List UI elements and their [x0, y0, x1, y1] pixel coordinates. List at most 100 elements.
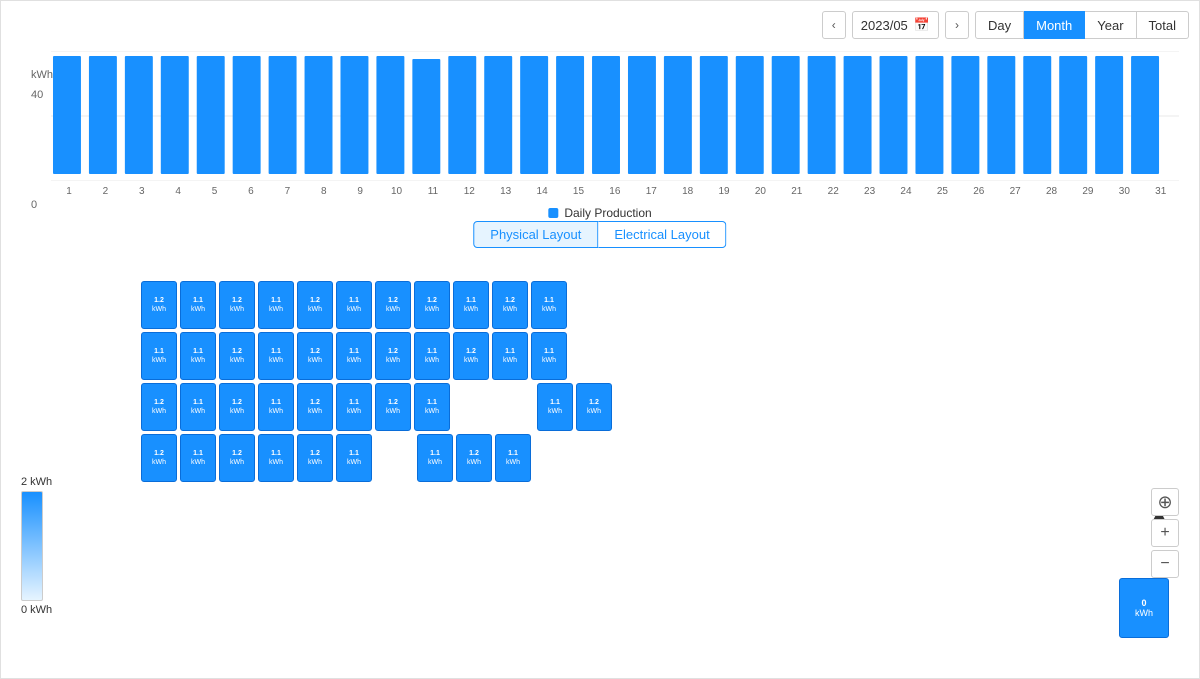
panel[interactable]: 1.2kWh — [492, 281, 528, 329]
panel[interactable]: 1.1kWh — [453, 281, 489, 329]
panel[interactable]: 1.1kWh — [492, 332, 528, 380]
x-tick: 26 — [961, 186, 997, 197]
panel[interactable]: 1.1kWh — [336, 434, 372, 482]
panel[interactable]: 1.2kWh — [219, 434, 255, 482]
x-tick: 6 — [233, 186, 269, 197]
scale-top-label: 2 kWh — [21, 476, 52, 488]
x-tick: 14 — [524, 186, 560, 197]
x-tick: 19 — [706, 186, 742, 197]
panel-row-2: 1.1kWh 1.1kWh 1.2kWh 1.1kWh 1.2kWh 1.1kW… — [141, 332, 612, 380]
panel[interactable]: 1.2kWh — [219, 383, 255, 431]
zoom-in-button[interactable]: + — [1151, 519, 1179, 547]
panel[interactable]: 1.2kWh — [375, 383, 411, 431]
calendar-icon: 📅 — [914, 17, 930, 33]
panel[interactable]: 1.1kWh — [414, 332, 450, 380]
legend-label: Daily Production — [564, 206, 651, 220]
panel[interactable]: 1.1kWh — [417, 434, 453, 482]
x-tick: 17 — [633, 186, 669, 197]
x-tick: 7 — [269, 186, 305, 197]
scale-bottom-label: 0 kWh — [21, 604, 52, 616]
x-tick: 4 — [160, 186, 196, 197]
x-tick: 29 — [1070, 186, 1106, 197]
legend-dot — [548, 208, 558, 218]
panel[interactable]: 1.1kWh — [258, 332, 294, 380]
x-tick: 2 — [87, 186, 123, 197]
x-axis: 1 2 3 4 5 6 7 8 9 10 11 12 13 14 15 16 1… — [51, 184, 1179, 197]
x-tick: 31 — [1143, 186, 1179, 197]
panel[interactable]: 1.1kWh — [180, 332, 216, 380]
panel-row-4: 1.2kWh 1.1kWh 1.2kWh 1.1kWh 1.2kWh 1.1kW… — [141, 434, 612, 482]
x-tick: 23 — [852, 186, 888, 197]
x-tick: 24 — [888, 186, 924, 197]
y-min-label: 0 — [31, 199, 37, 211]
panel[interactable]: 1.2kWh — [219, 281, 255, 329]
x-tick: 15 — [560, 186, 596, 197]
panel[interactable]: 1.1kWh — [537, 383, 573, 431]
period-total-button[interactable]: Total — [1137, 11, 1189, 39]
x-tick: 8 — [306, 186, 342, 197]
panel[interactable]: 1.1kWh — [336, 383, 372, 431]
y-axis-unit: kWh — [31, 69, 53, 81]
x-tick: 16 — [597, 186, 633, 197]
panel[interactable]: 1.1kWh — [258, 383, 294, 431]
panel[interactable]: 1.1kWh — [336, 332, 372, 380]
panel[interactable]: 1.1kWh — [531, 281, 567, 329]
panel-legend: 0 kWh — [1119, 578, 1169, 638]
x-tick: 12 — [451, 186, 487, 197]
panel[interactable]: 1.2kWh — [414, 281, 450, 329]
x-tick: 25 — [924, 186, 960, 197]
panel[interactable]: 1.2kWh — [375, 332, 411, 380]
bar-chart — [51, 51, 1179, 181]
x-tick: 1 — [51, 186, 87, 197]
panel[interactable]: 1.1kWh — [531, 332, 567, 380]
date-display: 2023/05 📅 — [852, 11, 939, 39]
electrical-layout-button[interactable]: Electrical Layout — [598, 221, 726, 248]
x-tick: 30 — [1106, 186, 1142, 197]
chart-legend: Daily Production — [548, 206, 651, 220]
zoom-center-button[interactable]: ⊕ — [1151, 488, 1179, 516]
panel[interactable]: 1.1kWh — [258, 434, 294, 482]
chart-inner: 1 2 3 4 5 6 7 8 9 10 11 12 13 14 15 16 1… — [51, 51, 1179, 206]
panel[interactable]: 1.2kWh — [297, 332, 333, 380]
panel[interactable]: 1.2kWh — [219, 332, 255, 380]
panel[interactable]: 1.2kWh — [375, 281, 411, 329]
period-day-button[interactable]: Day — [975, 11, 1024, 39]
zoom-controls: ⊕ + − — [1151, 488, 1179, 578]
panel[interactable]: 1.2kWh — [297, 383, 333, 431]
panel[interactable]: 1.1kWh — [336, 281, 372, 329]
panel[interactable]: 1.2kWh — [456, 434, 492, 482]
prev-button[interactable]: ‹ — [822, 11, 846, 39]
scale-legend: 2 kWh 0 kWh — [21, 476, 52, 616]
panels-container: 1.2kWh 1.1kWh 1.2kWh 1.1kWh 1.2kWh 1.1kW… — [141, 281, 612, 485]
panel[interactable]: 1.2kWh — [141, 434, 177, 482]
chart-area: 40 kWh 0 — [31, 51, 1179, 206]
panel[interactable]: 1.1kWh — [414, 383, 450, 431]
zoom-out-button[interactable]: − — [1151, 550, 1179, 578]
panel[interactable]: 1.2kWh — [453, 332, 489, 380]
scale-bar — [21, 491, 43, 601]
x-tick: 5 — [197, 186, 233, 197]
panel[interactable]: 1.1kWh — [141, 332, 177, 380]
next-button[interactable]: › — [945, 11, 969, 39]
panel[interactable]: 1.1kWh — [495, 434, 531, 482]
physical-layout-button[interactable]: Physical Layout — [473, 221, 598, 248]
panel[interactable]: 1.1kWh — [180, 434, 216, 482]
y-max-label: 40 — [31, 89, 43, 101]
panel[interactable]: 1.1kWh — [180, 281, 216, 329]
panel[interactable]: 1.1kWh — [258, 281, 294, 329]
header-controls: ‹ 2023/05 📅 › Day Month Year Total — [822, 11, 1189, 39]
panel[interactable]: 1.2kWh — [297, 434, 333, 482]
x-tick: 11 — [415, 186, 451, 197]
panel[interactable]: 1.2kWh — [576, 383, 612, 431]
period-month-button[interactable]: Month — [1024, 11, 1085, 39]
panel[interactable]: 1.1kWh — [180, 383, 216, 431]
period-buttons: Day Month Year Total — [975, 11, 1189, 39]
x-tick: 21 — [779, 186, 815, 197]
panel[interactable]: 1.2kWh — [141, 281, 177, 329]
legend-panel-value: 0 — [1141, 598, 1146, 608]
panel[interactable]: 1.2kWh — [141, 383, 177, 431]
panel[interactable]: 1.2kWh — [297, 281, 333, 329]
x-tick: 22 — [815, 186, 851, 197]
date-text: 2023/05 — [861, 18, 908, 33]
period-year-button[interactable]: Year — [1085, 11, 1136, 39]
